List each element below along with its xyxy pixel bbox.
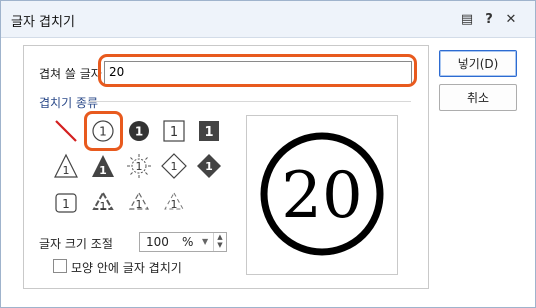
preview-graphic: 20 [260,132,384,256]
preview-panel: 20 [246,115,398,275]
dropdown-arrow-icon[interactable]: ▼ [202,237,208,246]
overlap-text-input[interactable] [105,62,403,82]
type-group-separator [89,101,411,102]
overlap-text-label: 겹쳐 쓸 글자 [39,67,102,81]
svg-text:1: 1 [136,160,143,173]
svg-text:1: 1 [136,198,143,211]
svg-text:1: 1 [135,125,143,139]
title-bar: 글자 겹치기 ▤ ? ✕ [1,1,535,38]
symbol-none[interactable] [53,118,79,144]
type-group-label: 겹치기 종류 [39,96,99,110]
size-unit: % [182,235,194,249]
symbol-recycle-c[interactable]: 1 [161,190,187,216]
help-icon[interactable]: ? [479,9,499,29]
preview-text: 20 [281,159,362,233]
svg-text:1: 1 [205,160,213,173]
insert-button[interactable]: 넣기(D) [439,50,517,77]
overlap-in-shape-checkbox[interactable] [53,259,67,273]
symbol-square[interactable]: 1 [161,118,187,144]
symbol-filled-circle[interactable]: 1 [126,118,152,144]
memo-icon[interactable]: ▤ [457,9,477,29]
symbol-triangle[interactable]: 1 [53,153,79,179]
symbol-diamond[interactable]: 1 [161,153,187,179]
overlap-characters-dialog: 글자 겹치기 ▤ ? ✕ 겹쳐 쓸 글자 겹치기 종류 1 1 1 1 1 1 … [0,0,536,308]
svg-text:1: 1 [204,125,213,140]
cancel-button[interactable]: 취소 [439,84,517,111]
dialog-title: 글자 겹치기 [11,15,75,30]
close-icon[interactable]: ✕ [501,9,521,29]
overlap-text-field[interactable] [104,61,412,85]
size-label: 글자 크기 조절 [39,237,113,251]
symbol-recycle-a[interactable]: 1 [90,190,116,216]
symbol-filled-square[interactable]: 1 [196,118,222,144]
size-value: 100 [146,235,169,249]
symbol-filled-diamond[interactable]: 1 [196,153,222,179]
svg-text:1: 1 [100,200,107,213]
svg-text:1: 1 [170,125,178,140]
symbol-sun[interactable]: 1 [126,153,152,179]
svg-text:1: 1 [62,197,70,211]
symbol-rounded-square[interactable]: 1 [53,190,79,216]
symbol-circle[interactable]: 1 [90,118,116,144]
overlap-in-shape-label: 모양 안에 글자 겹치기 [71,261,182,275]
spin-arrows-icon[interactable]: ▲ ▼ [213,233,226,251]
svg-text:1: 1 [99,125,107,139]
svg-text:1: 1 [99,164,107,177]
symbol-recycle-b[interactable]: 1 [126,190,152,216]
svg-text:1: 1 [171,160,178,173]
svg-text:1: 1 [63,164,70,177]
svg-text:1: 1 [171,198,178,211]
symbol-filled-triangle[interactable]: 1 [90,153,116,179]
size-spinbox[interactable]: 100 % ▼ ▲ ▼ [139,232,227,252]
